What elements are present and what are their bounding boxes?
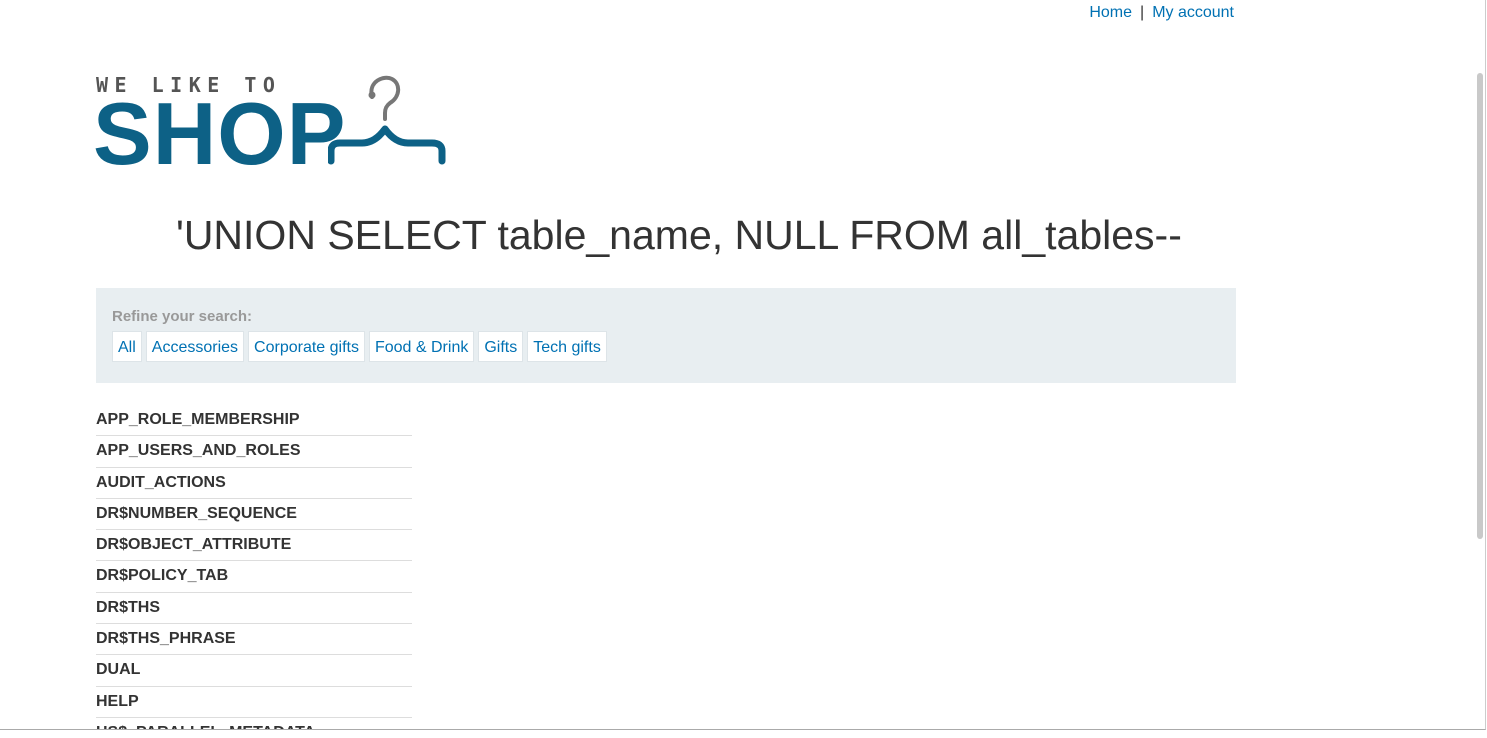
hanger-icon: [328, 75, 446, 165]
filter-accessories[interactable]: Accessories: [145, 331, 245, 362]
list-item: AUDIT_ACTIONS: [96, 468, 412, 499]
nav-separator: |: [1140, 4, 1145, 21]
filter-gifts[interactable]: Gifts: [478, 331, 524, 362]
list-item: DR$OBJECT_ATTRIBUTE: [96, 530, 412, 562]
filter-tech-gifts[interactable]: Tech gifts: [527, 331, 607, 362]
filter-corporate-gifts[interactable]: Corporate gifts: [248, 331, 365, 362]
site-logo[interactable]: WE LIKE TO SHOP: [93, 73, 448, 183]
filter-food-drink[interactable]: Food & Drink: [368, 331, 475, 362]
top-navigation: Home | My account: [1089, 4, 1234, 22]
vertical-scrollbar[interactable]: [1477, 73, 1483, 539]
list-item: APP_USERS_AND_ROLES: [96, 436, 412, 468]
filter-categories: All Accessories Corporate gifts Food & D…: [112, 331, 607, 362]
my-account-link[interactable]: My account: [1152, 4, 1234, 21]
browser-viewport: Home | My account WE LIKE TO SHOP 'UNION S…: [0, 0, 1486, 730]
results-list: APP_ROLE_MEMBERSHIP APP_USERS_AND_ROLES …: [96, 405, 412, 729]
list-item: DR$THS: [96, 593, 412, 625]
list-item: DR$POLICY_TAB: [96, 561, 412, 593]
home-link[interactable]: Home: [1089, 4, 1132, 21]
list-item: DR$NUMBER_SEQUENCE: [96, 499, 412, 531]
search-term-heading: 'UNION SELECT table_name, NULL FROM all_…: [176, 212, 1182, 258]
list-item: HS$_PARALLEL_METADATA: [96, 718, 412, 729]
filter-all[interactable]: All: [112, 331, 142, 362]
filter-label: Refine your search:: [112, 308, 253, 325]
list-item: DUAL: [96, 655, 412, 687]
list-item: APP_ROLE_MEMBERSHIP: [96, 405, 412, 437]
logo-wordmark: SHOP: [93, 84, 347, 183]
list-item: DR$THS_PHRASE: [96, 624, 412, 656]
list-item: HELP: [96, 687, 412, 718]
filter-panel: Refine your search: All Accessories Corp…: [96, 288, 1236, 383]
